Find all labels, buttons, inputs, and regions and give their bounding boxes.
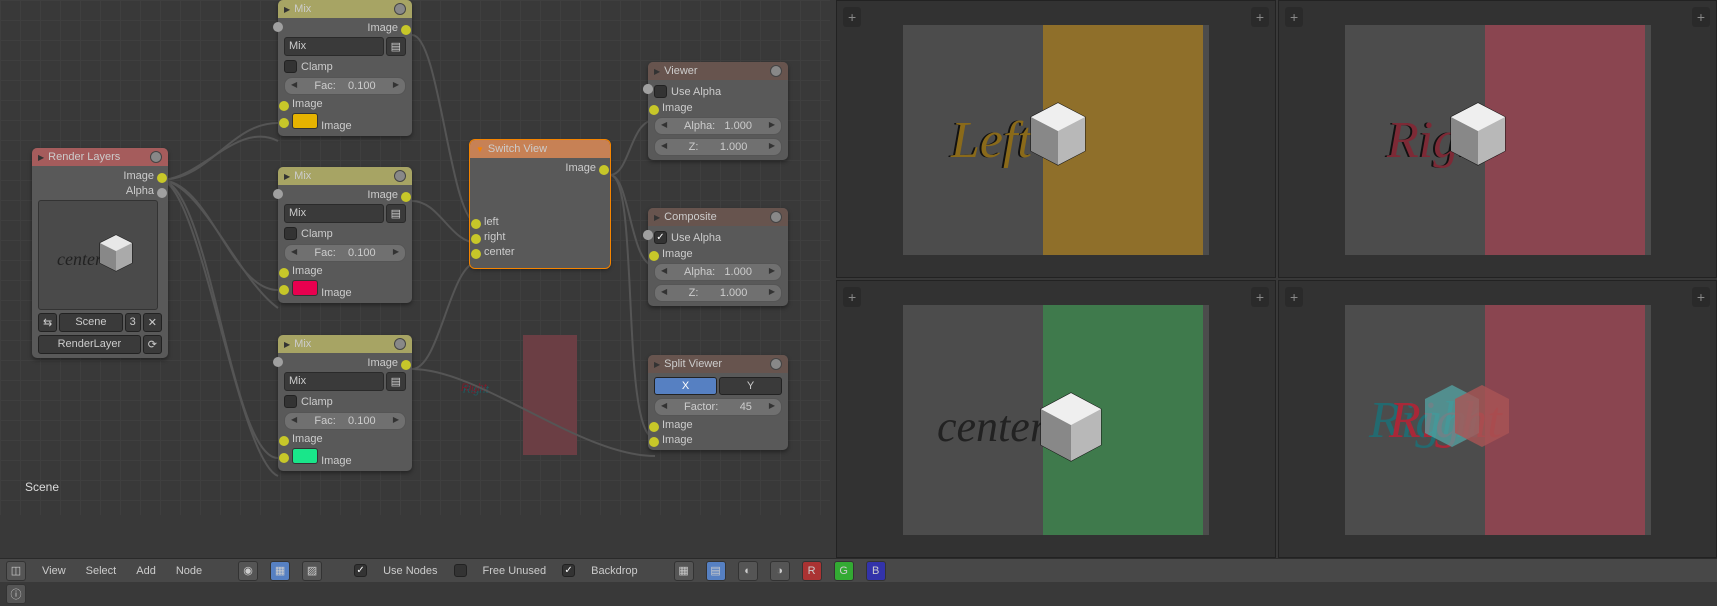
clamp-checkbox[interactable]: [284, 395, 297, 408]
expand-icon[interactable]: +: [1251, 7, 1269, 27]
split-axis-y[interactable]: Y: [719, 377, 782, 395]
use-nodes-checkbox[interactable]: [354, 564, 367, 577]
node-mix-1[interactable]: ▶Mix Image Mix▤ Clamp ◀Fac: 0.100▶ Image…: [278, 0, 412, 136]
editor-type-icon[interactable]: ◫: [6, 561, 26, 581]
menu-select[interactable]: Select: [82, 563, 121, 579]
color-swatch[interactable]: [292, 113, 318, 129]
clamp-checkbox[interactable]: [284, 60, 297, 73]
render-preview-thumb: center: [38, 200, 158, 310]
preview-icon[interactable]: [770, 65, 782, 77]
channel-b-icon[interactable]: B: [866, 561, 886, 581]
free-unused-checkbox[interactable]: [454, 564, 467, 577]
viewport-bottom-left[interactable]: + + center: [836, 280, 1276, 558]
browse-scene-icon[interactable]: ⇆: [38, 313, 57, 332]
node-composite[interactable]: ▶Composite Use Alpha Image ◀Alpha: 1.000…: [648, 208, 788, 306]
viewport-bottom-right[interactable]: + + Right Right: [1278, 280, 1717, 558]
color-swatch[interactable]: [292, 280, 318, 296]
renderlayer-select[interactable]: RenderLayer: [38, 335, 141, 354]
alpha-field[interactable]: ◀Alpha: 1.000▶: [654, 117, 782, 135]
scene-select[interactable]: Scene: [59, 313, 122, 332]
fac-field[interactable]: ◀Fac: 0.100▶: [284, 77, 406, 95]
checker-icon[interactable]: ▤: [386, 37, 406, 56]
expand-icon[interactable]: +: [1285, 7, 1303, 27]
node-title: Render Layers: [48, 151, 120, 163]
node-editor-header: ◫ View Select Add Node ◉ ▦ ▨ Use Nodes F…: [0, 558, 830, 606]
scene-name-label: Scene: [25, 480, 59, 494]
menu-view[interactable]: View: [38, 563, 70, 579]
clamp-checkbox[interactable]: [284, 227, 297, 240]
mix-mode-select[interactable]: Mix: [284, 204, 384, 223]
z-field[interactable]: ◀Z: 1.000▶: [654, 138, 782, 156]
node-switch-view[interactable]: ▼Switch View Image left right center: [470, 140, 610, 268]
viewport-top-right[interactable]: + + Right Right: [1278, 0, 1717, 278]
mix-mode-select[interactable]: Mix: [284, 37, 384, 56]
preview-icon[interactable]: [394, 170, 406, 182]
tree-type-shader-icon[interactable]: ◉: [238, 561, 258, 581]
tree-type-texture-icon[interactable]: ▨: [302, 561, 322, 581]
preview-icon[interactable]: [394, 3, 406, 15]
expand-icon[interactable]: +: [843, 7, 861, 27]
channel-z-icon[interactable]: ◑: [770, 561, 790, 581]
expand-icon[interactable]: +: [1285, 287, 1303, 307]
fac-field[interactable]: ◀Fac: 0.100▶: [284, 244, 406, 262]
factor-field[interactable]: ◀Factor: 45▶: [654, 398, 782, 416]
mix-mode-select[interactable]: Mix: [284, 372, 384, 391]
channel-alpha-icon[interactable]: ◐: [738, 561, 758, 581]
info-editor-icon[interactable]: ⓘ: [6, 584, 26, 604]
backdrop-checkbox[interactable]: [562, 564, 575, 577]
refresh-icon[interactable]: ⟳: [143, 335, 162, 354]
alpha-field[interactable]: ◀Alpha: 1.000▶: [654, 263, 782, 281]
tree-type-compositing-icon[interactable]: ▦: [270, 561, 290, 581]
channel-rgb-icon[interactable]: ▤: [706, 561, 726, 581]
split-axis-x[interactable]: X: [654, 377, 717, 395]
expand-icon[interactable]: +: [1251, 287, 1269, 307]
color-swatch[interactable]: [292, 448, 318, 464]
preview-icon[interactable]: [150, 151, 162, 163]
node-viewer[interactable]: ▶Viewer Use Alpha Image ◀Alpha: 1.000▶ ◀…: [648, 62, 788, 160]
preview-icon[interactable]: [394, 338, 406, 350]
preview-icon[interactable]: [770, 211, 782, 223]
unlink-icon[interactable]: ✕: [143, 313, 162, 332]
node-mix-3[interactable]: ▶Mix Image Mix▤ Clamp ◀Fac: 0.100▶ Image…: [278, 335, 412, 471]
checker-icon[interactable]: ▤: [386, 204, 406, 223]
viewport-top-left[interactable]: + + Left Left: [836, 0, 1276, 278]
z-field[interactable]: ◀Z: 1.000▶: [654, 284, 782, 302]
expand-icon[interactable]: +: [843, 287, 861, 307]
scene-users: 3: [125, 313, 141, 332]
fac-field[interactable]: ◀Fac: 0.100▶: [284, 412, 406, 430]
use-alpha-checkbox[interactable]: [654, 231, 667, 244]
expand-icon[interactable]: +: [1692, 287, 1710, 307]
channel-rgba-icon[interactable]: ▦: [674, 561, 694, 581]
use-alpha-checkbox[interactable]: [654, 85, 667, 98]
node-split-viewer[interactable]: ▶Split Viewer XY ◀Factor: 45▶ Image Imag…: [648, 355, 788, 450]
channel-r-icon[interactable]: R: [802, 561, 822, 581]
checker-icon[interactable]: ▤: [386, 372, 406, 391]
menu-node[interactable]: Node: [172, 563, 206, 579]
menu-add[interactable]: Add: [132, 563, 160, 579]
expand-icon[interactable]: +: [1692, 7, 1710, 27]
preview-icon[interactable]: [770, 358, 782, 370]
node-render-layers[interactable]: ▶Render Layers Image Alpha center ⇆ Scen…: [32, 148, 168, 358]
node-mix-2[interactable]: ▶Mix Image Mix▤ Clamp ◀Fac: 0.100▶ Image…: [278, 167, 412, 303]
channel-g-icon[interactable]: G: [834, 561, 854, 581]
